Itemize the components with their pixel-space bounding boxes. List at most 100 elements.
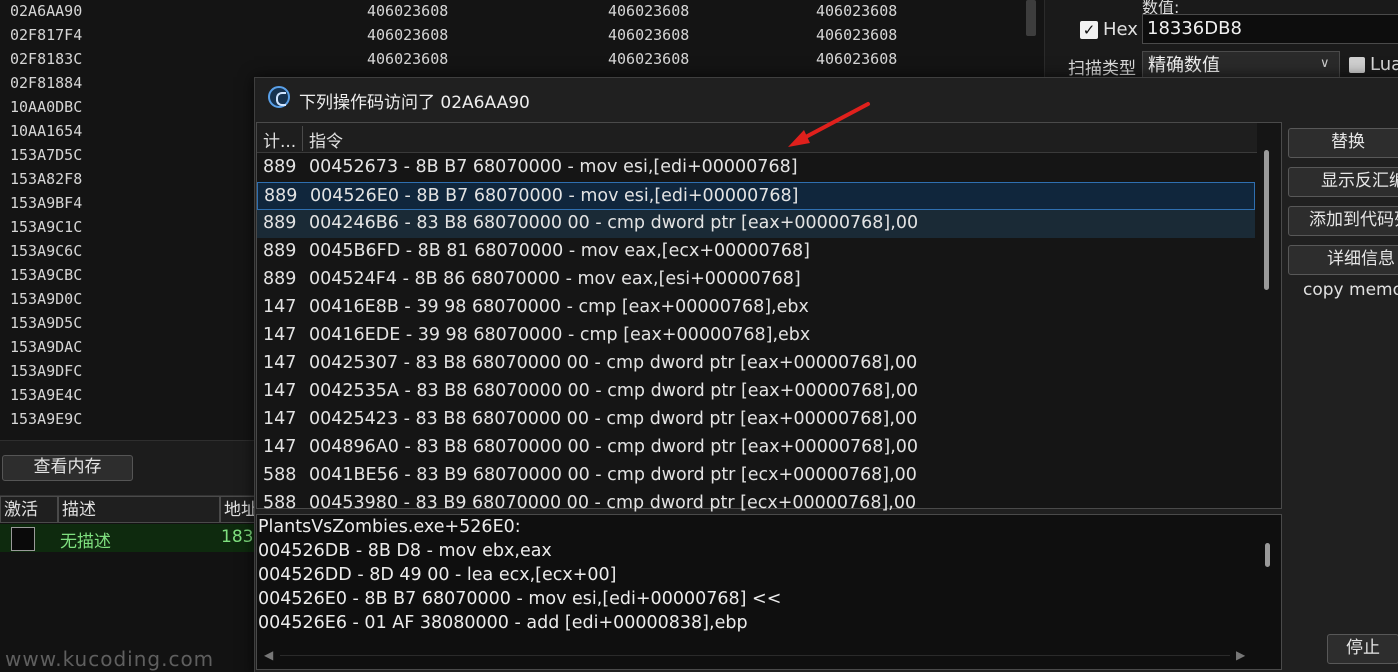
instruction-text: 004246B6 - 83 B8 68070000 00 - cmp dword… bbox=[309, 213, 919, 233]
value-cell: 406023608 bbox=[367, 26, 449, 44]
instruction-text: 0045B6FD - 8B 81 68070000 - mov eax,[ecx… bbox=[309, 241, 810, 261]
value-cell: 406023608 bbox=[816, 2, 898, 20]
horizontal-scrollbar-track[interactable] bbox=[280, 655, 1230, 656]
active-checkbox[interactable] bbox=[11, 527, 35, 551]
disassembly-line: 004526DB - 8B D8 - mov ebx,eax bbox=[258, 541, 552, 561]
access-count: 147 bbox=[263, 381, 297, 401]
stop-button[interactable]: 停止 bbox=[1327, 634, 1398, 664]
scan-type-label: 扫描类型 bbox=[1068, 59, 1136, 79]
column-header-instruction[interactable]: 指令 bbox=[309, 127, 343, 152]
instruction-text: 00453980 - 83 B9 68070000 00 - cmp dword… bbox=[309, 493, 917, 513]
column-header-active[interactable]: 激活 bbox=[0, 496, 58, 523]
address-cell: 02F8183C bbox=[10, 50, 83, 68]
instruction-row[interactable]: 147 00416EDE - 39 98 68070000 - cmp [eax+… bbox=[257, 322, 1255, 350]
access-count: 147 bbox=[263, 353, 297, 373]
address-cell: 153A9C6C bbox=[10, 242, 83, 260]
hex-label: Hex bbox=[1103, 19, 1138, 40]
instruction-text: 004526E0 - 8B B7 68070000 - mov esi,[edi… bbox=[310, 186, 799, 206]
address-cell: 153A7D5C bbox=[10, 146, 83, 164]
more-info-button[interactable]: 详细信息 bbox=[1288, 245, 1398, 275]
disassembly-line: 004526E6 - 01 AF 38080000 - add [edi+000… bbox=[258, 613, 748, 633]
address-cell: 10AA0DBC bbox=[10, 98, 83, 116]
access-count: 147 bbox=[263, 409, 297, 429]
instruction-row[interactable]: 588 0041BE56 - 83 B9 68070000 00 - cmp dw… bbox=[257, 462, 1255, 490]
instruction-text: 00416EDE - 39 98 68070000 - cmp [eax+000… bbox=[309, 325, 811, 345]
table-row[interactable]: 02F8183C 406023608 406023608 406023608 bbox=[0, 48, 1030, 72]
instruction-text: 0042535A - 83 B8 68070000 00 - cmp dword… bbox=[309, 381, 919, 401]
instruction-row[interactable]: 889 004246B6 - 83 B8 68070000 00 - cmp dw… bbox=[257, 210, 1255, 238]
access-count: 889 bbox=[263, 213, 297, 233]
instruction-row[interactable]: 147 004896A0 - 83 B8 68070000 00 - cmp dw… bbox=[257, 434, 1255, 462]
address-cell: 02F81884 bbox=[10, 74, 83, 92]
instruction-list-scrollbar[interactable] bbox=[1264, 150, 1269, 290]
add-to-codelist-button[interactable]: 添加到代码列表 bbox=[1288, 206, 1398, 236]
instruction-text: 0041BE56 - 83 B9 68070000 00 - cmp dword… bbox=[309, 465, 917, 485]
column-header-description[interactable]: 描述 bbox=[58, 496, 220, 523]
access-count: 588 bbox=[263, 493, 297, 513]
value-cell: 406023608 bbox=[608, 26, 690, 44]
address-cell: 153A9CBC bbox=[10, 266, 83, 284]
watermark: www.kucoding.com bbox=[5, 647, 215, 671]
lua-label: Lua bbox=[1370, 54, 1398, 75]
instruction-row[interactable]: 147 0042535A - 83 B8 68070000 00 - cmp dw… bbox=[257, 378, 1255, 406]
scroll-left-icon[interactable]: ◀ bbox=[264, 648, 273, 662]
scroll-right-icon[interactable]: ▶ bbox=[1236, 648, 1245, 662]
replace-button[interactable]: 替换 bbox=[1288, 128, 1398, 158]
chevron-down-icon[interactable]: ∨ bbox=[1320, 56, 1330, 71]
instruction-row[interactable]: 147 00425423 - 83 B8 68070000 00 - cmp dw… bbox=[257, 406, 1255, 434]
column-divider[interactable] bbox=[302, 126, 303, 151]
access-count: 147 bbox=[263, 325, 297, 345]
dialog-title: 下列操作码访问了 02A6AA90 bbox=[299, 93, 530, 113]
address-cell: 02F817F4 bbox=[10, 26, 83, 44]
access-count: 147 bbox=[263, 297, 297, 317]
instruction-text: 00416E8B - 39 98 68070000 - cmp [eax+000… bbox=[309, 297, 809, 317]
instruction-text: 00425423 - 83 B8 68070000 00 - cmp dword… bbox=[309, 409, 918, 429]
disassembly-module-label: PlantsVsZombies.exe+526E0: bbox=[258, 517, 521, 537]
value-cell: 406023608 bbox=[816, 50, 898, 68]
value-cell: 406023608 bbox=[816, 26, 898, 44]
value-cell: 406023608 bbox=[367, 50, 449, 68]
cheat-table: 激活 描述 地址 无描述 183 bbox=[0, 495, 262, 672]
address-list-scrollbar[interactable] bbox=[1026, 0, 1036, 36]
address-cell: 153A9D0C bbox=[10, 290, 83, 308]
address-cell: 153A9DAC bbox=[10, 338, 83, 356]
address-cell: 10AA1654 bbox=[10, 122, 83, 140]
disassembly-line: 004526DD - 8D 49 00 - lea ecx,[ecx+00] bbox=[258, 565, 617, 585]
instruction-row[interactable]: 889 0045B6FD - 8B 81 68070000 - mov eax,[… bbox=[257, 238, 1255, 266]
disassembly-line: 004526E0 - 8B B7 68070000 - mov esi,[edi… bbox=[258, 589, 782, 609]
access-count: 889 bbox=[263, 157, 297, 177]
show-disassembler-button[interactable]: 显示反汇编程序 bbox=[1288, 167, 1398, 197]
table-row[interactable]: 02F817F4 406023608 406023608 406023608 bbox=[0, 24, 1030, 48]
access-count: 147 bbox=[263, 437, 297, 457]
instruction-row[interactable]: 889 004526E0 - 8B B7 68070000 - mov esi,[… bbox=[257, 182, 1255, 210]
address-cell: 153A82F8 bbox=[10, 170, 83, 188]
address-cell: 153A9E4C bbox=[10, 386, 83, 404]
address-cell: 153A9E9C bbox=[10, 410, 83, 428]
red-arrow-annotation bbox=[788, 102, 870, 147]
value-cell: 406023608 bbox=[608, 50, 690, 68]
row-description: 无描述 bbox=[60, 532, 111, 552]
lua-checkbox[interactable] bbox=[1349, 57, 1365, 73]
instruction-row[interactable]: 147 00425307 - 83 B8 68070000 00 - cmp dw… bbox=[257, 350, 1255, 378]
access-count: 889 bbox=[264, 186, 298, 206]
table-row[interactable]: 无描述 183 bbox=[0, 524, 262, 552]
instruction-text: 004896A0 - 83 B8 68070000 00 - cmp dword… bbox=[309, 437, 919, 457]
access-count: 889 bbox=[263, 241, 297, 261]
address-cell: 153A9DFC bbox=[10, 362, 83, 380]
value-input[interactable]: 18336DB8 bbox=[1142, 14, 1398, 44]
instruction-row[interactable]: 889 004524F4 - 8B 86 68070000 - mov eax,[… bbox=[257, 266, 1255, 294]
value-cell: 406023608 bbox=[367, 2, 449, 20]
instruction-row[interactable]: 889 00452673 - 8B B7 68070000 - mov esi,[… bbox=[257, 154, 1255, 182]
address-cell: 153A9D5C bbox=[10, 314, 83, 332]
hex-checkbox[interactable]: ✓ bbox=[1080, 21, 1098, 39]
view-memory-button[interactable]: 查看内存 bbox=[2, 455, 133, 481]
address-cell: 153A9BF4 bbox=[10, 194, 83, 212]
table-row[interactable]: 02A6AA90 406023608 406023608 406023608 bbox=[0, 0, 1030, 24]
access-count: 889 bbox=[263, 269, 297, 289]
disassembly-scrollbar[interactable] bbox=[1265, 543, 1270, 567]
instruction-text: 004524F4 - 8B 86 68070000 - mov eax,[esi… bbox=[309, 269, 801, 289]
instruction-row[interactable]: 147 00416E8B - 39 98 68070000 - cmp [eax+… bbox=[257, 294, 1255, 322]
access-count: 588 bbox=[263, 465, 297, 485]
copy-memory-button[interactable]: copy memory bbox=[1303, 280, 1398, 300]
column-header-count[interactable]: 计... bbox=[263, 127, 296, 152]
